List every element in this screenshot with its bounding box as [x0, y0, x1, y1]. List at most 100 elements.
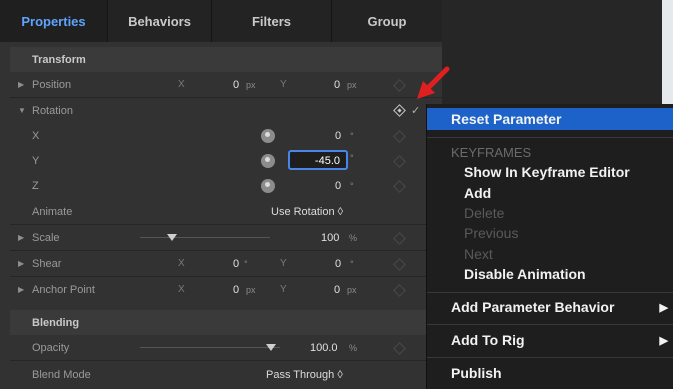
opacity-label: Opacity [32, 341, 70, 354]
row-shear[interactable]: ▶ Shear X 0 ° Y 0 ° [10, 251, 442, 276]
disclosure-triangle-open-icon[interactable]: ▼ [18, 106, 26, 115]
shear-x-axis: X [178, 258, 185, 269]
section-transform: Transform [10, 47, 442, 72]
menu-item-add-to-rig[interactable]: Add To Rig ▶ [427, 330, 673, 350]
tab-behaviors[interactable]: Behaviors [108, 0, 212, 42]
anchor-point-label: Anchor Point [32, 283, 95, 296]
rotation-y-unit: ° [350, 153, 354, 163]
shear-x-value[interactable]: 0 [233, 258, 239, 270]
scale-value[interactable]: 100 [321, 232, 339, 244]
shear-label: Shear [32, 257, 62, 270]
position-y-value[interactable]: 0 [334, 79, 340, 91]
rotation-z-unit: ° [350, 180, 354, 191]
scale-slider-track[interactable] [140, 237, 270, 238]
menu-item-add-parameter-behavior[interactable]: Add Parameter Behavior ▶ [427, 297, 673, 317]
position-x-value[interactable]: 0 [233, 79, 239, 91]
keyframe-diamond-icon[interactable] [393, 155, 406, 168]
tab-group[interactable]: Group [332, 0, 442, 42]
annotation-arrow-icon [417, 66, 450, 99]
row-scale[interactable]: ▶ Scale 100 % [10, 225, 442, 250]
row-blend-mode[interactable]: Blend Mode Pass Through ◊ [10, 362, 442, 387]
anchor-y-value[interactable]: 0 [334, 284, 340, 296]
rotation-y-input[interactable]: -45.0 [288, 150, 348, 170]
rotation-x-unit: ° [350, 130, 354, 141]
opacity-value[interactable]: 100.0 [310, 342, 338, 354]
menu-separator [427, 357, 673, 358]
scale-slider-knob[interactable] [167, 234, 177, 241]
menu-item-disable-animation[interactable]: Disable Animation [427, 264, 673, 284]
shear-y-unit: ° [350, 258, 354, 269]
disclosure-triangle-icon[interactable]: ▶ [18, 80, 24, 89]
parameter-context-menu: Reset Parameter KEYFRAMES Show In Keyfra… [426, 104, 673, 389]
row-rotation-x[interactable]: X 0 ° [10, 123, 442, 148]
position-x-unit: px [246, 79, 256, 90]
rotation-y-label: Y [32, 154, 40, 167]
rotation-label: Rotation [32, 104, 73, 117]
menu-item-label: Disable Animation [464, 266, 586, 282]
tab-properties[interactable]: Properties [0, 0, 108, 42]
row-rotation-y[interactable]: Y [10, 148, 442, 173]
motion-inspector-window: Properties Behaviors Filters Group Trans… [0, 0, 673, 389]
anchor-x-unit: px [246, 284, 256, 295]
opacity-slider-knob[interactable] [266, 344, 276, 351]
menu-separator [427, 292, 673, 293]
disclosure-triangle-icon[interactable]: ▶ [18, 233, 24, 242]
menu-item-label: Publish [451, 365, 502, 381]
keyframe-diamond-icon[interactable] [393, 284, 406, 297]
shear-y-axis: Y [280, 258, 287, 269]
menu-item-label: Previous [464, 225, 519, 241]
animation-menu-chevron-icon[interactable]: ✓ [411, 104, 420, 117]
anchor-y-unit: px [347, 284, 357, 295]
rotation-z-value[interactable]: 0 [335, 180, 341, 192]
keyframe-diamond-icon[interactable] [393, 79, 406, 92]
row-rotation-z[interactable]: Z 0 ° [10, 173, 442, 198]
tab-filters[interactable]: Filters [212, 0, 332, 42]
blend-mode-popup[interactable]: Pass Through ◊ [266, 369, 343, 381]
menu-item-add[interactable]: Add [427, 183, 673, 203]
scale-unit: % [349, 232, 358, 243]
position-y-axis: Y [280, 79, 287, 90]
rotation-x-dial[interactable] [261, 129, 275, 143]
row-rotation[interactable]: ▼ Rotation [10, 98, 442, 123]
shear-y-value[interactable]: 0 [335, 258, 341, 270]
row-position[interactable]: ▶ Position X 0 px Y 0 px [10, 72, 442, 97]
menu-item-label: Delete [464, 205, 505, 221]
menu-item-label: Add [464, 185, 492, 201]
rotation-y-dial[interactable] [261, 154, 275, 168]
rotation-x-label: X [32, 129, 40, 142]
animate-popup[interactable]: Use Rotation ◊ [271, 206, 343, 218]
section-transform-label: Transform [32, 53, 86, 66]
menu-item-publish[interactable]: Publish [427, 363, 673, 383]
disclosure-triangle-icon[interactable]: ▶ [18, 285, 24, 294]
menu-item-label: Reset Parameter [451, 111, 562, 127]
disclosure-triangle-icon[interactable]: ▶ [18, 259, 24, 268]
row-opacity[interactable]: Opacity 100.0 % [10, 335, 442, 360]
row-anchor-point[interactable]: ▶ Anchor Point X 0 px Y 0 px [10, 277, 442, 302]
keyframe-diamond-icon[interactable] [393, 130, 406, 143]
menu-separator [427, 324, 673, 325]
menu-item-show-in-keyframe-editor[interactable]: Show In Keyframe Editor [427, 162, 673, 182]
inspector-tabs: Properties Behaviors Filters Group [0, 0, 442, 42]
position-x-axis: X [178, 79, 185, 90]
menu-item-reset-parameter[interactable]: Reset Parameter [427, 108, 673, 130]
animate-label: Animate [32, 205, 73, 218]
keyframe-diamond-icon[interactable] [393, 342, 406, 355]
scale-label: Scale [32, 231, 60, 244]
keyframe-diamond-icon[interactable] [393, 180, 406, 193]
submenu-arrow-icon: ▶ [659, 334, 668, 347]
section-blending-label: Blending [32, 316, 80, 329]
canvas-background [442, 0, 673, 105]
blend-mode-label: Blend Mode [32, 368, 91, 381]
submenu-arrow-icon: ▶ [659, 301, 668, 314]
opacity-unit: % [349, 342, 358, 353]
anchor-x-axis: X [178, 284, 185, 295]
opacity-slider-track[interactable] [140, 347, 280, 348]
position-y-unit: px [347, 79, 357, 90]
anchor-x-value[interactable]: 0 [233, 284, 239, 296]
rotation-x-value[interactable]: 0 [335, 130, 341, 142]
menu-item-label: Add To Rig [451, 332, 525, 348]
keyframe-diamond-icon[interactable] [393, 232, 406, 245]
row-animate[interactable]: Animate Use Rotation ◊ [10, 199, 442, 224]
keyframe-diamond-icon[interactable] [393, 258, 406, 271]
rotation-z-dial[interactable] [261, 179, 275, 193]
